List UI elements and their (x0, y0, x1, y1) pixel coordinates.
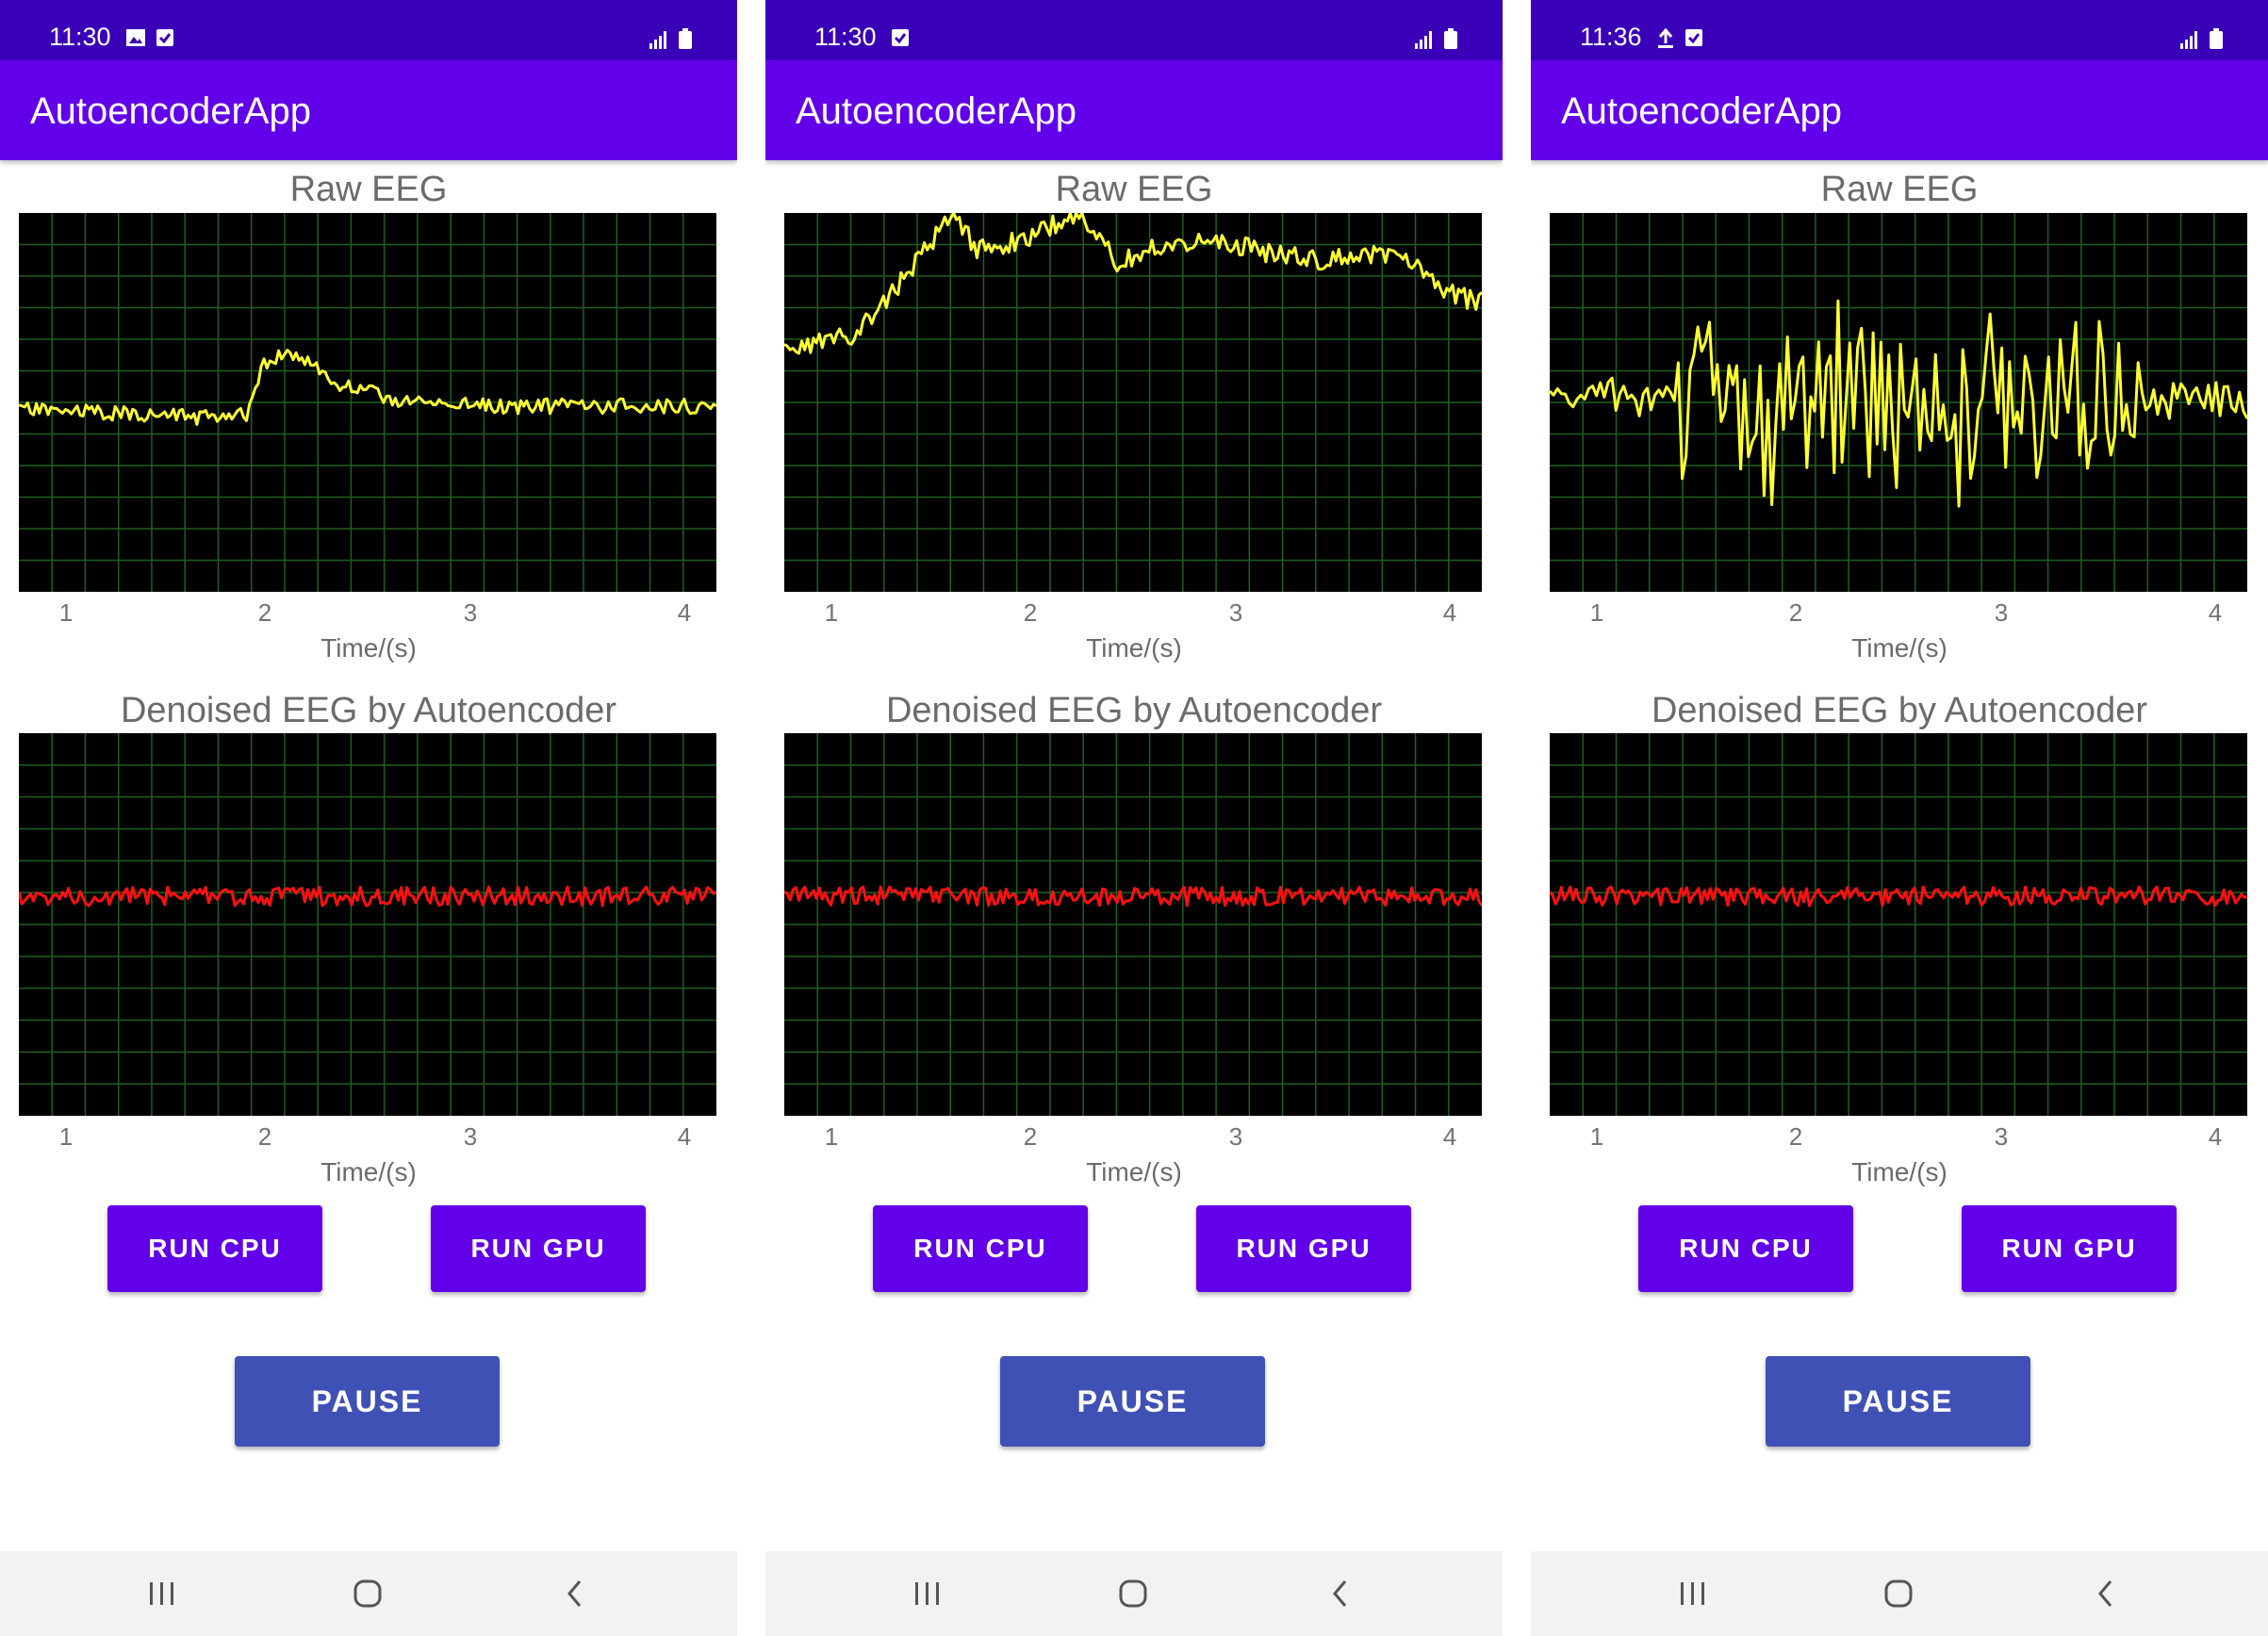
x-tick: 2 (1023, 1122, 1038, 1151)
phone-screen-3: 11:36 AutoencoderApp Raw EEG 1 2 3 4 Tim… (1531, 0, 2268, 1636)
raw-eeg-plot (19, 213, 716, 592)
x-tick: 2 (257, 598, 272, 627)
app-bar: AutoencoderApp (1531, 60, 2268, 160)
navigation-bar (765, 1551, 1503, 1636)
raw-eeg-title: Raw EEG (289, 170, 448, 209)
x-tick: 1 (1589, 598, 1604, 627)
pause-button[interactable]: PAUSE (235, 1356, 500, 1447)
x-tick: 1 (824, 598, 839, 627)
app-title: AutoencoderApp (30, 90, 312, 132)
home-icon[interactable] (1880, 1575, 1917, 1612)
status-bar: 11:30 (765, 0, 1503, 60)
x-tick: 4 (677, 1122, 692, 1151)
back-icon[interactable] (2087, 1575, 2125, 1612)
run-cpu-button[interactable]: RUN CPU (1638, 1205, 1853, 1292)
battery-icon (1444, 28, 1457, 54)
signal-icon (2179, 30, 2200, 54)
signal-icon (1414, 30, 1435, 54)
x-tick: 4 (2208, 1122, 2223, 1151)
x-axis-label: Time/(s) (320, 1157, 417, 1186)
raw-eeg-svg (784, 213, 1482, 592)
denoised-eeg-title: Denoised EEG by Autoencoder (1651, 691, 2147, 730)
x-axis-label: Time/(s) (1851, 1157, 1948, 1186)
app-bar: AutoencoderApp (765, 60, 1503, 160)
back-icon[interactable] (1322, 1575, 1359, 1612)
recent-apps-icon[interactable] (143, 1575, 181, 1612)
home-icon[interactable] (1114, 1575, 1152, 1612)
check-box-icon (156, 28, 174, 52)
raw-eeg-title: Raw EEG (1055, 170, 1213, 209)
raw-eeg-plot (784, 213, 1482, 592)
recent-apps-icon[interactable] (909, 1575, 946, 1612)
upload-icon (1656, 27, 1675, 54)
status-bar: 11:36 (1531, 0, 2268, 60)
check-box-icon (891, 28, 910, 52)
run-cpu-button[interactable]: RUN CPU (107, 1205, 322, 1292)
x-axis-label: Time/(s) (1086, 1157, 1182, 1186)
x-tick: 2 (257, 1122, 272, 1151)
x-tick: 4 (1442, 1122, 1457, 1151)
x-tick: 3 (1228, 1122, 1243, 1151)
x-tick: 1 (58, 598, 74, 627)
x-tick: 3 (1228, 598, 1243, 627)
denoised-eeg-plot (784, 733, 1482, 1116)
x-tick: 2 (1788, 598, 1803, 627)
run-gpu-button[interactable]: RUN GPU (431, 1205, 646, 1292)
raw-eeg-svg (1550, 213, 2247, 592)
navigation-bar (1531, 1551, 2268, 1636)
x-tick: 1 (58, 1122, 74, 1151)
denoised-eeg-plot (19, 733, 716, 1116)
pause-button[interactable]: PAUSE (1000, 1356, 1265, 1447)
raw-eeg-title: Raw EEG (1820, 170, 1979, 209)
battery-icon (679, 28, 692, 54)
home-icon[interactable] (349, 1575, 386, 1612)
denoised-eeg-svg (1550, 733, 2247, 1116)
battery-icon (2210, 28, 2223, 54)
status-time: 11:36 (1580, 23, 1642, 51)
recent-apps-icon[interactable] (1674, 1575, 1712, 1612)
pause-button[interactable]: PAUSE (1766, 1356, 2030, 1447)
image-icon (125, 28, 146, 52)
x-tick: 1 (824, 1122, 839, 1151)
status-time: 11:30 (814, 23, 877, 51)
status-bar: 11:30 (0, 0, 737, 60)
x-tick: 1 (1589, 1122, 1604, 1151)
signal-icon (649, 30, 669, 54)
x-tick: 3 (463, 598, 478, 627)
x-tick: 3 (1994, 1122, 2009, 1151)
x-tick: 4 (677, 598, 692, 627)
phone-screen-2: 11:30 AutoencoderApp Raw EEG 1 2 3 4 Tim… (765, 0, 1503, 1636)
run-gpu-button[interactable]: RUN GPU (1196, 1205, 1411, 1292)
status-time: 11:30 (49, 23, 111, 51)
x-tick: 2 (1788, 1122, 1803, 1151)
app-title: AutoencoderApp (1561, 90, 1843, 132)
run-gpu-button[interactable]: RUN GPU (1962, 1205, 2177, 1292)
x-axis-label: Time/(s) (1086, 633, 1182, 663)
x-axis-label: Time/(s) (1851, 633, 1948, 663)
back-icon[interactable] (556, 1575, 594, 1612)
check-box-icon (1685, 28, 1703, 54)
app-bar: AutoencoderApp (0, 60, 737, 160)
x-tick: 3 (1994, 598, 2009, 627)
raw-eeg-plot (1550, 213, 2247, 592)
run-cpu-button[interactable]: RUN CPU (873, 1205, 1088, 1292)
x-tick: 3 (463, 1122, 478, 1151)
navigation-bar (0, 1551, 737, 1636)
denoised-eeg-svg (784, 733, 1482, 1116)
denoised-eeg-plot (1550, 733, 2247, 1116)
x-tick: 2 (1023, 598, 1038, 627)
phone-screen-1: 11:30 AutoencoderApp Raw EEG 1 2 3 4 Tim… (0, 0, 737, 1636)
x-tick: 4 (2208, 598, 2223, 627)
app-title: AutoencoderApp (796, 90, 1077, 132)
x-tick: 4 (1442, 598, 1457, 627)
x-axis-label: Time/(s) (320, 633, 417, 663)
denoised-eeg-title: Denoised EEG by Autoencoder (120, 691, 616, 730)
raw-eeg-svg (19, 213, 716, 592)
denoised-eeg-svg (19, 733, 716, 1116)
denoised-eeg-title: Denoised EEG by Autoencoder (885, 691, 1382, 730)
